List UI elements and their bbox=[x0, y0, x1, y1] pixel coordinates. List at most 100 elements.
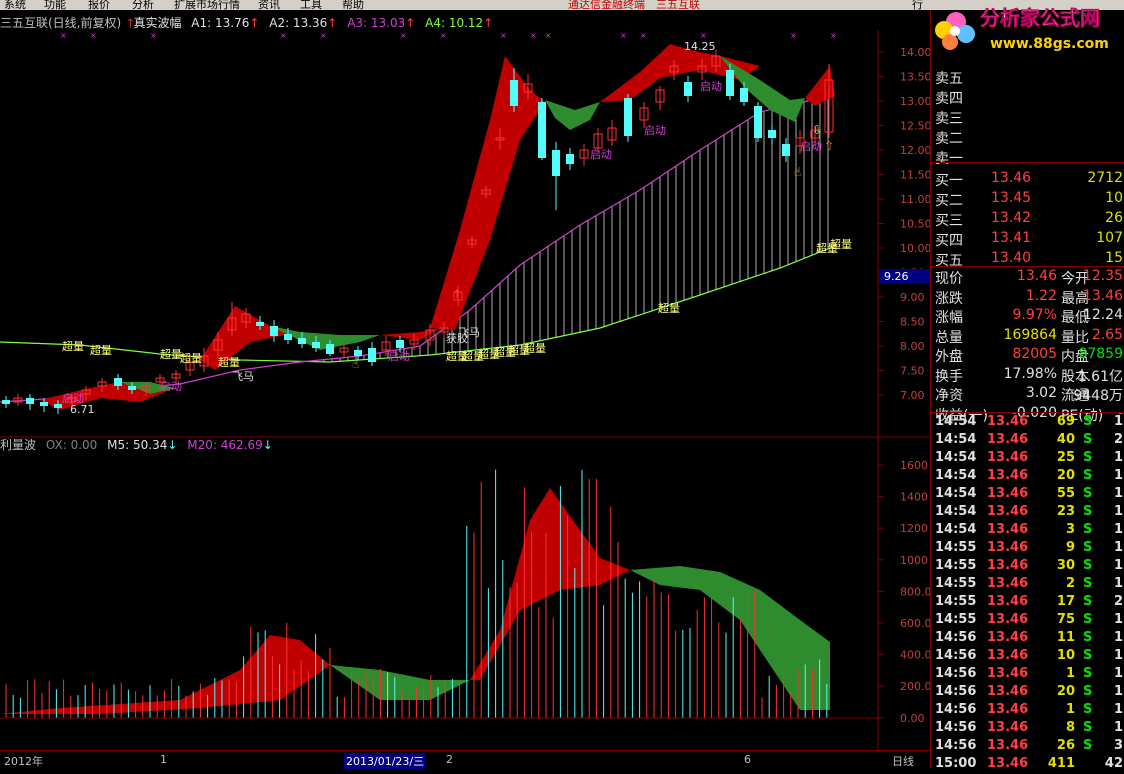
candlestick bbox=[566, 148, 574, 170]
stat-row: 换手 17.98% 股本 1.61亿 bbox=[931, 366, 1124, 385]
candlestick bbox=[26, 394, 34, 410]
date-month-1: 1 bbox=[160, 753, 167, 766]
watermark-logo: 分析家公式网 www.88gs.com bbox=[926, 0, 1124, 56]
stat-row: 净资 3.02 流通 9448万 bbox=[931, 385, 1124, 404]
volume-axis-label: 600.0 bbox=[900, 617, 930, 630]
tick-row: 14:54 13.46 23 S 1 bbox=[931, 504, 1124, 522]
date-cursor: 2013/01/23/三 bbox=[344, 753, 426, 769]
volume-chart-header: 利量波 OX: 0.00 M5: 50.34↓ M20: 462.69↓ bbox=[0, 436, 279, 454]
volume-axis-label: 1400 bbox=[900, 491, 928, 504]
candlestick bbox=[340, 344, 348, 358]
window-title: 通达信金融终端 三五互联 bbox=[568, 0, 700, 10]
menu-item-news[interactable]: 资讯 bbox=[258, 0, 280, 10]
menu-partial: 行 bbox=[912, 0, 923, 10]
volume-axis-label: 1200 bbox=[900, 522, 928, 535]
low-price-label: 6.71 bbox=[70, 403, 95, 416]
label-feima: 飞马 bbox=[232, 370, 254, 383]
candlestick bbox=[656, 86, 664, 110]
price-axis-label: 10.50 bbox=[900, 218, 930, 231]
date-axis: 2012年 1 2013/01/23/三 2 6 日线 bbox=[0, 750, 930, 769]
label-qidong: 启动 bbox=[644, 124, 666, 137]
label-qidong: 启动 bbox=[160, 380, 182, 393]
signal-mark: × bbox=[830, 31, 837, 40]
menu-item-help[interactable]: 帮助 bbox=[342, 0, 364, 10]
volume-axis-label: 200.0 bbox=[900, 680, 930, 693]
tick-row: 14:56 13.46 26 S 3 bbox=[931, 738, 1124, 756]
price-axis-label: 11.50 bbox=[900, 169, 930, 182]
menu-item-analysis[interactable]: 分析 bbox=[132, 0, 154, 10]
menu-item-tools[interactable]: 工具 bbox=[300, 0, 322, 10]
sell-2-row: 卖二 bbox=[931, 128, 1124, 147]
menu-item-function[interactable]: 功能 bbox=[44, 0, 66, 10]
down-arrow-icon: ⇩ bbox=[812, 123, 822, 137]
tick-row: 14:56 13.46 10 S 1 bbox=[931, 648, 1124, 666]
signal-mark: × bbox=[620, 31, 627, 40]
volume-band bbox=[330, 665, 470, 700]
down-arrow-icon: ↓ bbox=[167, 438, 177, 452]
tick-row: 15:00 13.46 411 42 bbox=[931, 756, 1124, 774]
volume-axis-label: 1600 bbox=[900, 459, 928, 472]
signal-mark: × bbox=[60, 31, 67, 40]
logo-title: 分析家公式网 bbox=[980, 6, 1100, 30]
signal-mark: × bbox=[500, 31, 507, 40]
candlestick bbox=[580, 144, 588, 166]
tick-row: 14:54 13.46 55 S 1 bbox=[931, 486, 1124, 504]
period-label[interactable]: 日线 bbox=[892, 753, 914, 769]
signal-mark: × bbox=[790, 31, 797, 40]
signal-mark: × bbox=[280, 31, 287, 40]
menu-item-ext-market[interactable]: 扩展市场行情 bbox=[174, 0, 240, 10]
volume-axis-label: 800.0 bbox=[900, 585, 930, 598]
date-month-2: 2 bbox=[446, 753, 453, 766]
tick-row: 14:54 13.46 40 S 2 bbox=[931, 432, 1124, 450]
tick-row: 14:56 13.46 8 S 1 bbox=[931, 720, 1124, 738]
price-axis-label: 12.50 bbox=[900, 120, 930, 133]
label-chaoliang: 超量 bbox=[180, 351, 202, 365]
ox-value: OX: 0.00 bbox=[46, 438, 97, 452]
sell-5-row: 卖五 bbox=[931, 68, 1124, 87]
buy-row: 买三 13.42 26 bbox=[931, 210, 1124, 229]
stat-row: 现价 13.46 今开 12.35 bbox=[931, 268, 1124, 287]
volume-indicator-title: 利量波 bbox=[0, 438, 36, 452]
signal-mark: × bbox=[530, 31, 537, 40]
price-axis-label: 13.50 bbox=[900, 71, 930, 84]
tick-row: 14:54 13.46 69 S 1 bbox=[931, 414, 1124, 432]
volume-band bbox=[470, 488, 630, 680]
tick-row: 14:54 13.46 25 S 1 bbox=[931, 450, 1124, 468]
candlestick bbox=[684, 76, 692, 102]
stat-row: 涨幅 9.97% 最低 12.24 bbox=[931, 307, 1124, 326]
up-arrow-icon: ⇧ bbox=[824, 139, 834, 153]
tick-row: 14:55 13.46 30 S 1 bbox=[931, 558, 1124, 576]
signal-mark: × bbox=[440, 31, 447, 40]
label-huojiao: 获胶 bbox=[446, 331, 468, 345]
signal-mark: × bbox=[545, 31, 552, 40]
price-marker: 9.26 bbox=[884, 270, 909, 283]
m5-value: M5: 50.34 bbox=[107, 438, 167, 452]
high-price-label: 14.25 bbox=[684, 40, 716, 53]
support-line bbox=[0, 248, 830, 362]
menu-item-system[interactable]: 系统 bbox=[4, 0, 26, 10]
price-chart[interactable]: 14.0013.5013.0012.5012.0011.5011.0010.50… bbox=[0, 10, 930, 750]
candlestick bbox=[754, 102, 762, 142]
label-qidong: 启动 bbox=[800, 140, 822, 153]
menu-item-quote[interactable]: 报价 bbox=[88, 0, 110, 10]
tick-row: 14:55 13.46 9 S 1 bbox=[931, 540, 1124, 558]
hand-icon: ☝ bbox=[352, 357, 359, 371]
signal-mark: × bbox=[640, 31, 647, 40]
label-chaoliang: 超量 bbox=[90, 343, 112, 357]
tick-row: 14:56 13.46 1 S 1 bbox=[931, 702, 1124, 720]
price-axis-label: 9.00 bbox=[900, 291, 925, 304]
label-qidong: 启动 bbox=[590, 148, 612, 161]
up-arrow-icon: ↑ bbox=[452, 287, 462, 301]
candlestick bbox=[624, 94, 632, 142]
candlestick bbox=[2, 396, 10, 408]
label-qidong: 启动 bbox=[700, 80, 722, 93]
sell-3-row: 卖三 bbox=[931, 108, 1124, 127]
stat-row: 涨跌 1.22 最高 13.46 bbox=[931, 288, 1124, 307]
label-chaoliang: 超量 bbox=[218, 355, 240, 369]
m20-value: M20: 462.69 bbox=[187, 438, 262, 452]
indicator-band bbox=[545, 100, 600, 130]
tick-row: 14:55 13.46 17 S 2 bbox=[931, 594, 1124, 612]
tick-row: 14:54 13.46 3 S 1 bbox=[931, 522, 1124, 540]
signal-mark: × bbox=[150, 31, 157, 40]
signal-mark: × bbox=[90, 31, 97, 40]
